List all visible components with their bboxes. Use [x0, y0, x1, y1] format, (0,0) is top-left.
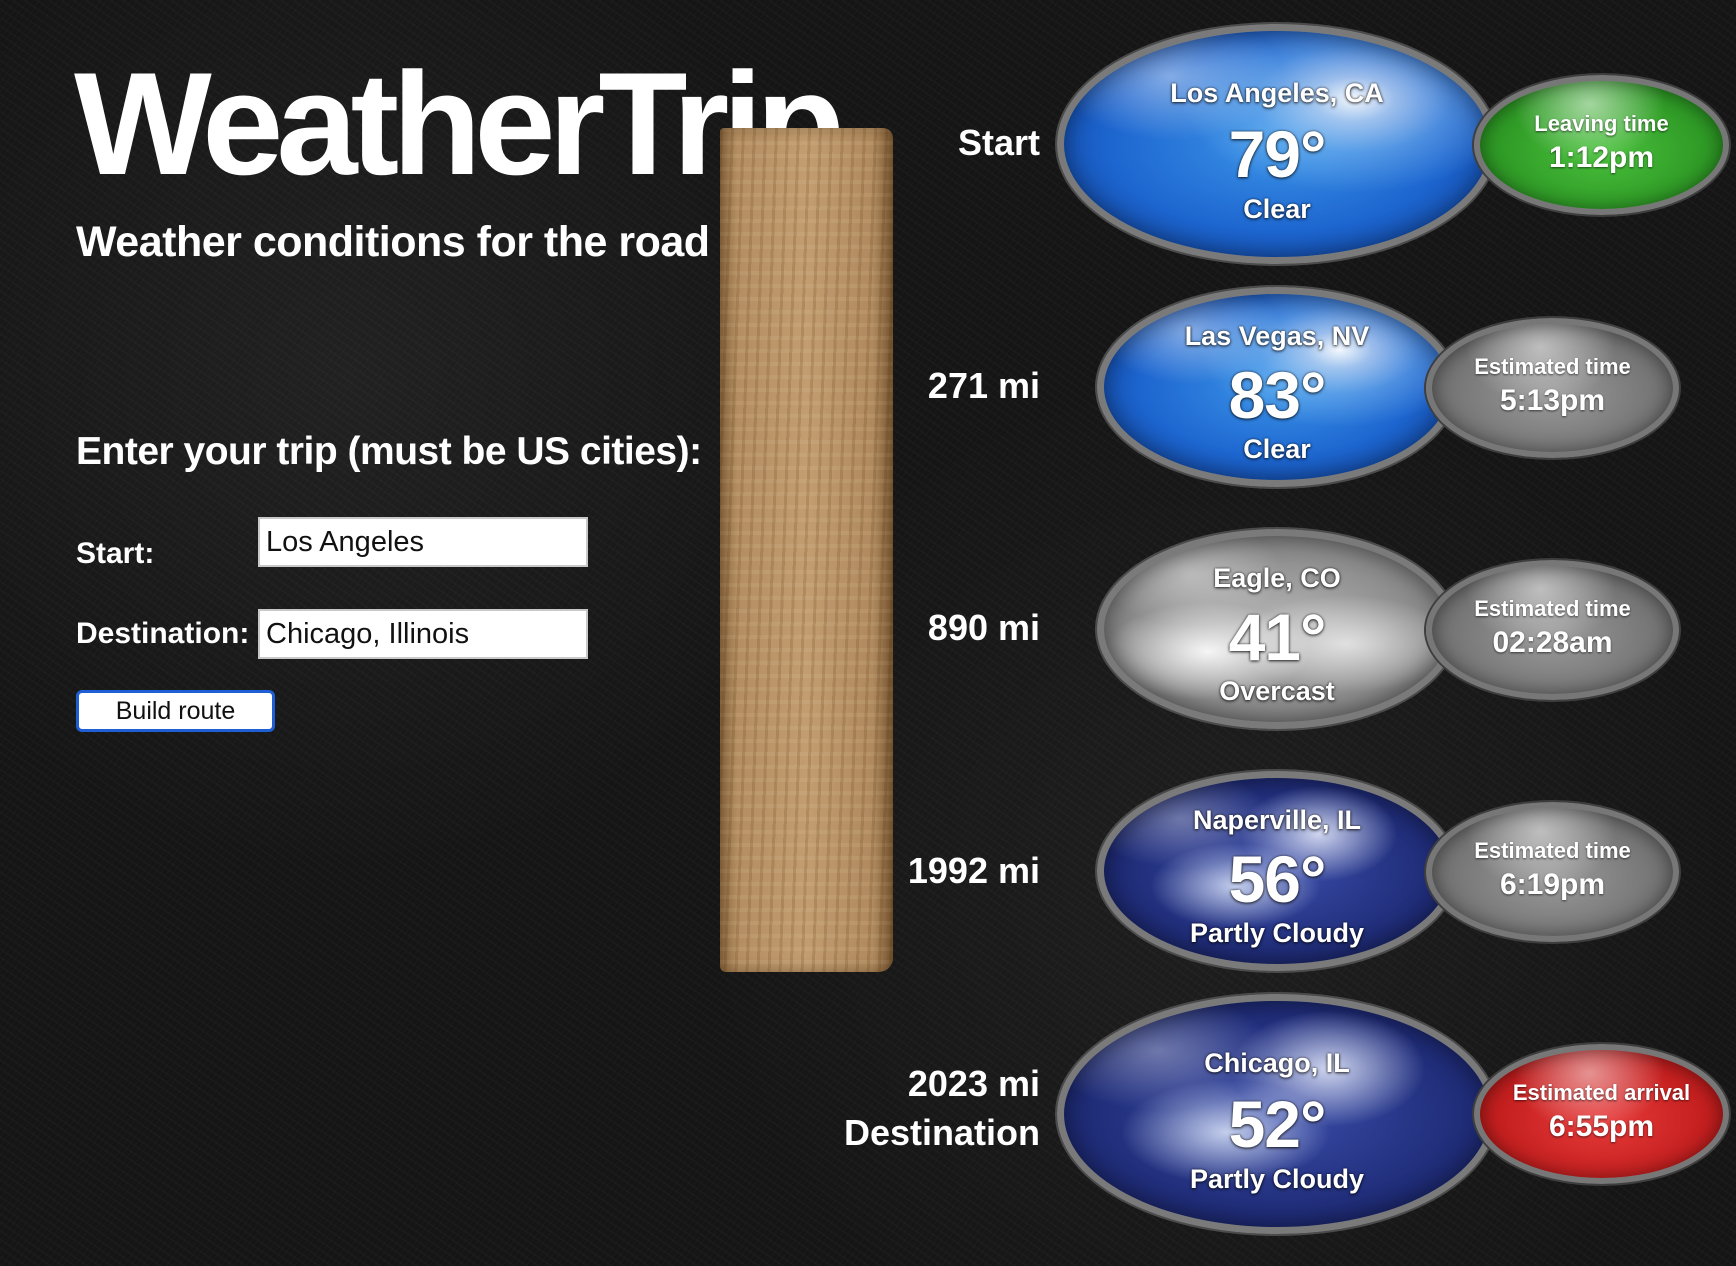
time-caption: Estimated time	[1474, 596, 1631, 621]
time-caption: Estimated time	[1474, 354, 1631, 379]
estimated-time-badge: Estimated time 02:28am	[1426, 560, 1679, 700]
weather-clear-oval: Los Angeles, CA 79° Clear	[1057, 24, 1497, 264]
start-label: Start:	[76, 537, 155, 570]
stop-condition: Partly Cloudy	[1189, 1164, 1365, 1194]
time-value: 1:12pm	[1548, 141, 1655, 174]
weather-overcast-oval: Eagle, CO 41° Overcast	[1097, 529, 1457, 729]
stop-temperature: 79°	[1228, 117, 1327, 191]
weather-clear-oval: Las Vegas, NV 83° Clear	[1097, 287, 1457, 487]
stop-label: Start	[957, 122, 1040, 163]
stop-condition: Overcast	[1219, 676, 1335, 706]
stop-label: 2023 mi Destination	[844, 1060, 1040, 1157]
stop-label: 890 mi	[927, 607, 1040, 648]
stop-temperature: 52°	[1228, 1087, 1327, 1161]
page-background: WeatherTrip Weather conditions for the r…	[0, 0, 1736, 1266]
stop-destination-label: Destination	[843, 1111, 1040, 1153]
stop-temperature: 41°	[1228, 600, 1327, 674]
time-value: 6:55pm	[1548, 1110, 1655, 1143]
time-value: 5:13pm	[1499, 384, 1606, 417]
time-value: 6:19pm	[1499, 868, 1606, 901]
stop-label: 1992 mi	[907, 850, 1040, 891]
stop-label: 271 mi	[927, 365, 1040, 406]
start-input[interactable]	[258, 517, 588, 567]
stop-distance: 2023 mi	[907, 1063, 1040, 1104]
stop-city: Naperville, IL	[1192, 805, 1362, 835]
leaving-time-badge: Leaving time 1:12pm	[1474, 75, 1729, 215]
stop-condition: Partly Cloudy	[1189, 918, 1365, 948]
weather-partly-cloudy-oval: Chicago, IL 52° Partly Cloudy	[1057, 994, 1497, 1234]
stop-condition: Clear	[1243, 434, 1311, 464]
weather-partly-cloudy-oval: Naperville, IL 56° Partly Cloudy	[1097, 771, 1457, 971]
build-route-button[interactable]: Build route	[76, 690, 275, 732]
stop-city: Chicago, IL	[1204, 1048, 1350, 1078]
destination-input[interactable]	[258, 609, 588, 659]
destination-label: Destination:	[76, 617, 250, 650]
time-caption: Leaving time	[1534, 111, 1669, 136]
estimated-time-badge: Estimated time 6:19pm	[1426, 802, 1679, 942]
wooden-post-decoration	[720, 128, 893, 972]
stop-temperature: 56°	[1228, 842, 1327, 916]
stop-condition: Clear	[1243, 194, 1311, 224]
estimated-time-badge: Estimated time 5:13pm	[1426, 318, 1679, 458]
form-heading: Enter your trip (must be US cities):	[76, 430, 702, 473]
time-caption: Estimated arrival	[1512, 1080, 1691, 1105]
stop-city: Los Angeles, CA	[1170, 78, 1384, 108]
time-value: 02:28am	[1492, 626, 1613, 659]
arrival-time-badge: Estimated arrival 6:55pm	[1474, 1044, 1729, 1184]
stop-city: Las Vegas, NV	[1184, 321, 1370, 351]
stop-city: Eagle, CO	[1213, 563, 1341, 593]
time-caption: Estimated time	[1474, 838, 1631, 863]
stop-temperature: 83°	[1228, 358, 1327, 432]
